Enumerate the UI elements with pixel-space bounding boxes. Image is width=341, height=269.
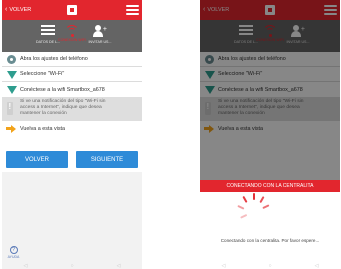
help-button[interactable]: ? AYUDA — [6, 246, 21, 259]
phone-screen-wifi-setup: ‹ VOLVER DATOS DE L... CONEXIÓN WIFI + I… — [2, 0, 142, 269]
system-navbar: ◁ ○ ◁ — [200, 262, 340, 269]
arrow-right-icon — [6, 124, 16, 133]
instruction-item: Seleccione "Wi-Fi" — [2, 67, 142, 82]
bottom-area: ? AYUDA ◁ ○ ◁ — [2, 172, 142, 269]
wifi-signal-icon — [7, 86, 17, 94]
step-label: INVITAR US... — [88, 40, 112, 44]
add-user-icon: + — [93, 25, 107, 39]
back-link[interactable]: ‹ VOLVER — [5, 6, 31, 13]
nav-recent-icon[interactable]: ◁ — [315, 263, 319, 269]
help-icon: ? — [9, 246, 18, 254]
notice-box: Si ve una notificación del tipo "Wi-Fi s… — [2, 97, 142, 121]
menu-icon[interactable] — [126, 5, 139, 15]
connecting-banner: CONECTANDO CON LA CENTRALITA — [200, 180, 340, 192]
nav-back-icon[interactable]: ◁ — [222, 263, 226, 269]
nav-home-icon[interactable]: ○ — [70, 263, 73, 269]
back-button[interactable]: VOLVER — [6, 151, 68, 168]
chevron-left-icon: ‹ — [5, 6, 8, 13]
phone-screen-connecting: ‹ VOLVER DATOS DE L... CONEXIÓN WIFI + I… — [200, 0, 340, 269]
top-bar: ‹ VOLVER — [2, 0, 142, 20]
gear-icon — [7, 55, 16, 64]
next-button[interactable]: SIGUIENTE — [76, 151, 138, 168]
nav-recent-icon[interactable]: ◁ — [117, 263, 121, 269]
nav-back-icon[interactable]: ◁ — [24, 263, 28, 269]
instruction-text: Abra los ajustes del teléfono — [20, 56, 88, 62]
connecting-panel: Conectando con la centralita. Por favor … — [200, 192, 340, 269]
instruction-item: Conéctese a la wifi Smartbox_a678 — [2, 82, 142, 97]
instruction-item: Vuelva a esta vista — [2, 121, 142, 136]
instruction-list: Abra los ajustes del teléfono Seleccione… — [2, 52, 142, 136]
warning-icon — [7, 102, 13, 115]
wifi-signal-icon — [7, 71, 17, 79]
notice-line: mantener la conexión — [20, 111, 67, 116]
wifi-icon — [65, 25, 79, 37]
instruction-item: Abra los ajustes del teléfono — [2, 52, 142, 67]
instruction-text: Conéctese a la wifi Smartbox_a678 — [20, 86, 105, 93]
modal-overlay — [200, 0, 340, 180]
connecting-message: Conectando con la centralita. Por favor … — [220, 238, 320, 243]
instruction-text: Seleccione "Wi-Fi" — [20, 71, 65, 77]
wizard-steps: DATOS DE L... CONEXIÓN WIFI + INVITAR US… — [2, 20, 142, 52]
action-buttons: VOLVER SIGUIENTE — [6, 151, 138, 168]
app-logo — [67, 5, 77, 15]
step-invite[interactable]: + INVITAR US... — [80, 23, 120, 51]
back-link-label: VOLVER — [9, 6, 32, 13]
system-navbar: ◁ ○ ◁ — [2, 262, 142, 269]
help-label: AYUDA — [7, 255, 20, 259]
nav-home-icon[interactable]: ○ — [268, 263, 271, 269]
instruction-text: Vuelva a esta vista — [20, 125, 66, 132]
